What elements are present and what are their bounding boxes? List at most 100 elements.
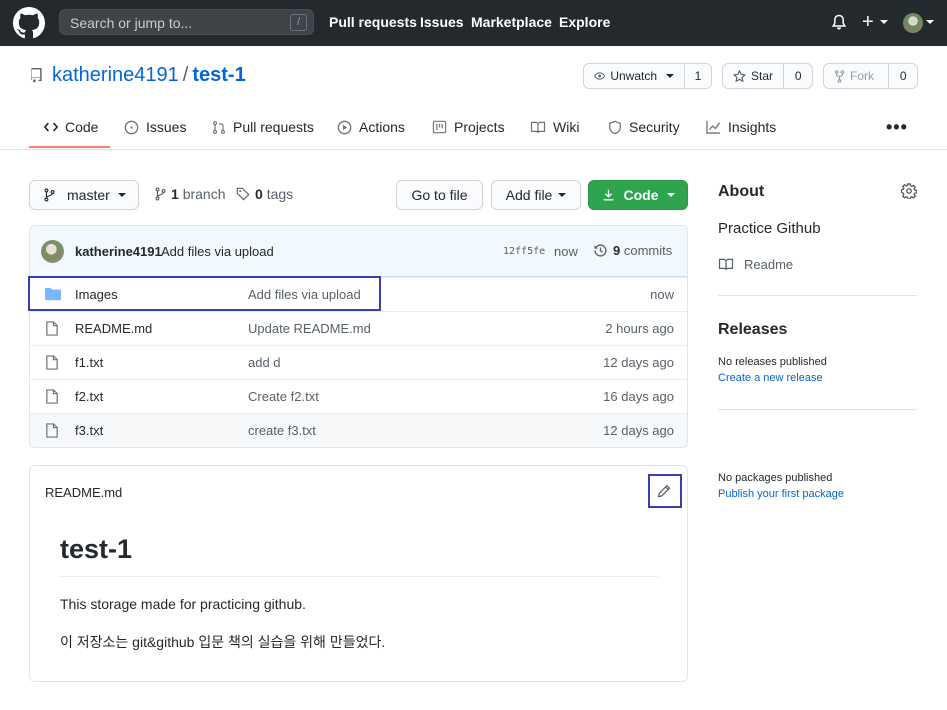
create-new-icon[interactable]: + — [862, 12, 874, 32]
watch-count[interactable]: 1 — [685, 64, 711, 88]
tab-security[interactable]: Security — [608, 119, 680, 135]
tags-link[interactable]: 0 tags — [236, 186, 293, 202]
file-icon — [46, 321, 58, 336]
tab-label: Code — [65, 119, 99, 135]
tab-label: Projects — [454, 119, 505, 135]
file-name-link[interactable]: f1.txt — [75, 355, 103, 370]
code-download-button[interactable]: Code — [588, 180, 688, 210]
file-row[interactable]: f2.txt Create f2.txt 16 days ago — [30, 379, 687, 413]
file-commit-time: 16 days ago — [603, 389, 674, 404]
file-commit-message-link[interactable]: Update README.md — [248, 321, 371, 336]
readme-panel: README.md test-1 This storage made for p… — [29, 465, 688, 682]
notification-bell-icon[interactable] — [831, 14, 847, 31]
unwatch-button[interactable]: Unwatch — [584, 64, 685, 88]
commit-author-link[interactable]: katherine4191 — [75, 244, 162, 259]
nav-pull-requests[interactable]: Pull requests — [329, 14, 417, 30]
tab-wiki[interactable]: Wiki — [530, 119, 579, 135]
publish-package-link[interactable]: Publish your first package — [718, 488, 844, 500]
nav-marketplace[interactable]: Marketplace — [471, 14, 552, 30]
create-release-link[interactable]: Create a new release — [718, 372, 823, 384]
add-file-label: Add file — [505, 187, 553, 203]
repo-title: katherine4191/test-1 — [52, 64, 246, 87]
sidebar-divider — [718, 295, 917, 296]
tab-pull-requests[interactable]: Pull requests — [212, 119, 314, 135]
tab-insights[interactable]: Insights — [706, 119, 776, 135]
issue-icon — [124, 120, 139, 134]
no-packages-text: No packages published — [718, 472, 833, 484]
code-icon — [44, 122, 58, 132]
commits-history-link[interactable]: 9 commits — [593, 243, 672, 258]
user-menu-caret-icon[interactable] — [926, 20, 934, 24]
branch-count: 1 — [171, 186, 179, 202]
history-icon — [594, 244, 607, 257]
nav-explore[interactable]: Explore — [559, 14, 610, 30]
readme-file-title: README.md — [45, 485, 123, 500]
code-caret-icon — [666, 193, 675, 197]
repo-name-link[interactable]: test-1 — [192, 64, 245, 86]
star-button[interactable]: Star — [723, 64, 785, 88]
branches-link[interactable]: 1 branch — [155, 186, 226, 202]
latest-commit-bar: katherine4191 Add files via upload 12ff5… — [30, 226, 687, 277]
file-commit-message-link[interactable]: Create f2.txt — [248, 389, 319, 404]
code-button-label: Code — [623, 187, 659, 203]
annotation-highlight-box — [28, 276, 381, 311]
file-row[interactable]: f3.txt create f3.txt 12 days ago — [30, 413, 687, 447]
branch-select-button[interactable]: master — [29, 180, 139, 210]
tab-actions[interactable]: Actions — [337, 119, 405, 135]
about-heading: About — [718, 183, 765, 200]
branch-count-label: branch — [182, 186, 226, 202]
github-logo-icon[interactable] — [13, 7, 45, 39]
readme-heading: test-1 — [60, 534, 133, 564]
file-name-link[interactable]: f2.txt — [75, 389, 103, 404]
file-icon — [46, 423, 58, 438]
star-count[interactable]: 0 — [784, 64, 812, 88]
more-options-icon[interactable]: ••• — [886, 117, 908, 138]
readme-paragraph: 이 저장소는 git&github 입문 책의 실습을 위해 만들었다. — [60, 634, 386, 650]
readme-divider — [60, 576, 658, 577]
commit-count: 9 — [613, 243, 621, 258]
search-input[interactable]: Search or jump to... / — [59, 9, 314, 35]
releases-heading[interactable]: Releases — [718, 321, 787, 339]
commit-author-avatar[interactable] — [41, 240, 64, 263]
fork-icon — [834, 69, 845, 83]
tab-projects[interactable]: Projects — [432, 119, 505, 135]
user-avatar[interactable] — [903, 13, 923, 33]
file-commit-time: now — [650, 287, 674, 302]
download-icon — [603, 189, 613, 201]
no-releases-text: No releases published — [718, 356, 827, 368]
readme-link-label: Readme — [744, 257, 794, 272]
file-commit-message-link[interactable]: add d — [248, 355, 281, 370]
go-to-file-button[interactable]: Go to file — [396, 180, 483, 210]
search-shortcut-hint: / — [290, 14, 307, 31]
file-name-link[interactable]: f3.txt — [75, 423, 103, 438]
add-file-button[interactable]: Add file — [491, 180, 581, 210]
file-browser: katherine4191 Add files via upload 12ff5… — [29, 225, 688, 448]
pull-request-icon — [213, 120, 225, 134]
branch-caret-icon — [117, 193, 126, 197]
create-menu-caret-icon[interactable] — [880, 20, 888, 24]
file-icon — [46, 355, 58, 370]
commit-sha-link[interactable]: 12ff5fe — [503, 246, 545, 257]
repo-icon — [31, 68, 42, 83]
repo-title-separator: / — [182, 64, 189, 86]
nav-issues[interactable]: Issues — [420, 14, 464, 30]
commit-message-link[interactable]: Add files via upload — [161, 244, 274, 259]
tab-issues[interactable]: Issues — [124, 119, 186, 135]
branch-name: master — [67, 187, 110, 203]
tab-code[interactable]: Code — [44, 119, 98, 135]
fork-count[interactable]: 0 — [889, 64, 917, 88]
gear-icon[interactable] — [901, 183, 917, 199]
fork-label: Fork — [850, 69, 874, 83]
file-row[interactable]: f1.txt add d 12 days ago — [30, 345, 687, 379]
file-icon — [46, 389, 58, 404]
active-tab-indicator — [29, 146, 110, 148]
file-row[interactable]: README.md Update README.md 2 hours ago — [30, 311, 687, 345]
tab-label: Wiki — [553, 119, 580, 135]
fork-button[interactable]: Fork — [824, 64, 890, 88]
tag-count: 0 — [255, 186, 263, 202]
repo-owner-link[interactable]: katherine4191 — [52, 64, 179, 86]
file-commit-message-link[interactable]: create f3.txt — [248, 423, 316, 438]
file-name-link[interactable]: README.md — [75, 321, 152, 336]
readme-link[interactable]: Readme — [718, 257, 793, 272]
fork-button-group: Fork 0 — [823, 63, 918, 89]
